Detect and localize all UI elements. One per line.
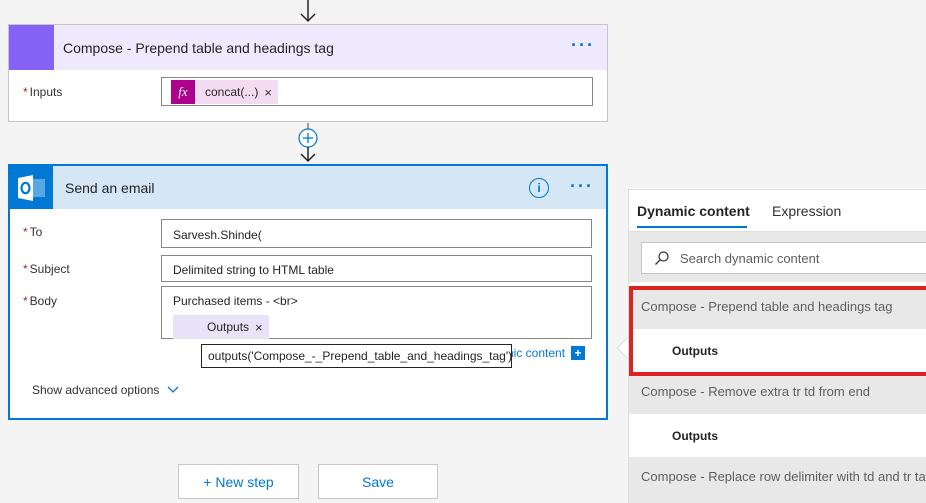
search-icon: [655, 251, 669, 265]
outlook-icon: [10, 166, 53, 209]
search-placeholder: Search dynamic content: [680, 250, 820, 266]
group-heading: Compose - Replace row delimiter with td …: [629, 457, 926, 503]
tab-expression[interactable]: Expression: [772, 203, 841, 219]
search-dynamic-content-input[interactable]: Search dynamic content: [641, 242, 926, 274]
arrow-down-icon: [300, 0, 316, 23]
subject-label: * Subject: [23, 262, 70, 276]
compose-card-header[interactable]: Compose - Prepend table and headings tag…: [9, 25, 607, 70]
compose-card-title: Compose - Prepend table and headings tag: [63, 39, 334, 56]
more-options-icon[interactable]: ···: [571, 36, 595, 54]
send-email-title: Send an email: [65, 179, 155, 196]
inputs-field[interactable]: fx concat(...) ×: [161, 77, 593, 106]
to-field[interactable]: Sarvesh.Shinde(: [161, 219, 592, 248]
panel-tabs: Dynamic content Expression: [629, 190, 926, 232]
add-dynamic-content-link[interactable]: nic content +: [507, 346, 586, 360]
body-field[interactable]: Purchased items - <br> Outputs ×: [161, 286, 592, 339]
chevron-down-icon: [167, 386, 179, 393]
search-area: Search dynamic content: [629, 232, 926, 282]
save-button[interactable]: Save: [318, 464, 438, 499]
fx-icon: fx: [171, 80, 195, 104]
tab-dynamic-content[interactable]: Dynamic content: [637, 203, 750, 219]
dynamic-item-outputs[interactable]: Outputs: [629, 414, 926, 458]
active-tab-indicator: [637, 226, 747, 228]
remove-token-icon[interactable]: ×: [255, 320, 269, 335]
new-step-button[interactable]: + New step: [178, 464, 299, 499]
group-heading: Compose - Remove extra tr td from end: [629, 372, 926, 414]
to-label: * To: [23, 225, 43, 239]
highlight-box: [629, 286, 926, 376]
add-step-connector[interactable]: [296, 123, 320, 165]
body-text: Purchased items - <br>: [173, 294, 298, 308]
to-value: Sarvesh.Shinde(: [173, 228, 262, 242]
compose-icon: [9, 25, 54, 70]
subject-field[interactable]: Delimited string to HTML table: [161, 255, 592, 282]
expression-token-label: concat(...): [205, 85, 259, 99]
subject-value: Delimited string to HTML table: [173, 263, 334, 277]
send-email-card[interactable]: Send an email i ··· * To Sarvesh.Shinde( …: [8, 164, 608, 420]
body-label: * Body: [23, 294, 58, 308]
show-advanced-options[interactable]: Show advanced options: [32, 383, 179, 397]
outputs-token-label: Outputs: [207, 320, 250, 334]
send-email-header[interactable]: Send an email i ···: [10, 166, 606, 209]
more-options-icon[interactable]: ···: [570, 177, 594, 195]
compose-action-card[interactable]: Compose - Prepend table and headings tag…: [8, 24, 608, 122]
inputs-label: * Inputs: [23, 85, 63, 99]
expression-token[interactable]: fx concat(...) ×: [171, 80, 278, 104]
remove-token-icon[interactable]: ×: [264, 85, 278, 100]
plus-icon: +: [571, 346, 586, 360]
outputs-token[interactable]: Outputs ×: [173, 315, 269, 339]
dynamic-content-link-label: nic content: [507, 346, 566, 360]
info-icon[interactable]: i: [529, 178, 549, 198]
token-tooltip: outputs('Compose_-_Prepend_table_and_hea…: [201, 344, 512, 368]
